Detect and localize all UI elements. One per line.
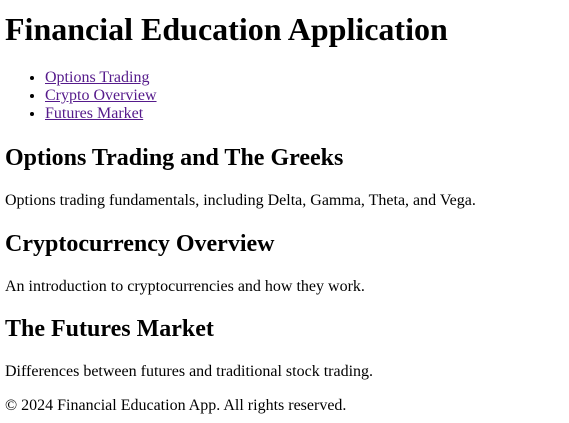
nav-link-crypto-overview[interactable]: Crypto Overview	[45, 87, 157, 104]
section-crypto-heading: Cryptocurrency Overview	[5, 231, 275, 257]
section-options-text: Options trading fundamentals, including …	[5, 192, 476, 209]
section-futures: The Futures Market Differences between f…	[5, 315, 373, 381]
page-title: Financial Education Application	[5, 11, 448, 47]
section-futures-heading: The Futures Market	[5, 316, 214, 342]
nav-link-options-trading[interactable]: Options Trading	[45, 69, 149, 86]
nav-link-futures-market[interactable]: Futures Market	[45, 105, 143, 122]
nav-item-options: Options Trading	[45, 69, 157, 87]
nav-item-futures: Futures Market	[45, 105, 157, 123]
section-crypto: Cryptocurrency Overview An introduction …	[5, 230, 365, 296]
section-crypto-text: An introduction to cryptocurrencies and …	[5, 278, 365, 295]
nav-item-crypto: Crypto Overview	[45, 87, 157, 105]
nav-list: Options Trading Crypto Overview Futures …	[5, 69, 157, 123]
section-futures-text: Differences between futures and traditio…	[5, 363, 374, 380]
section-options: Options Trading and The Greeks Options t…	[5, 144, 476, 210]
footer: © 2024 Financial Education App. All righ…	[5, 396, 346, 415]
copyright-text: © 2024 Financial Education App. All righ…	[5, 397, 347, 414]
section-options-heading: Options Trading and The Greeks	[5, 145, 344, 171]
